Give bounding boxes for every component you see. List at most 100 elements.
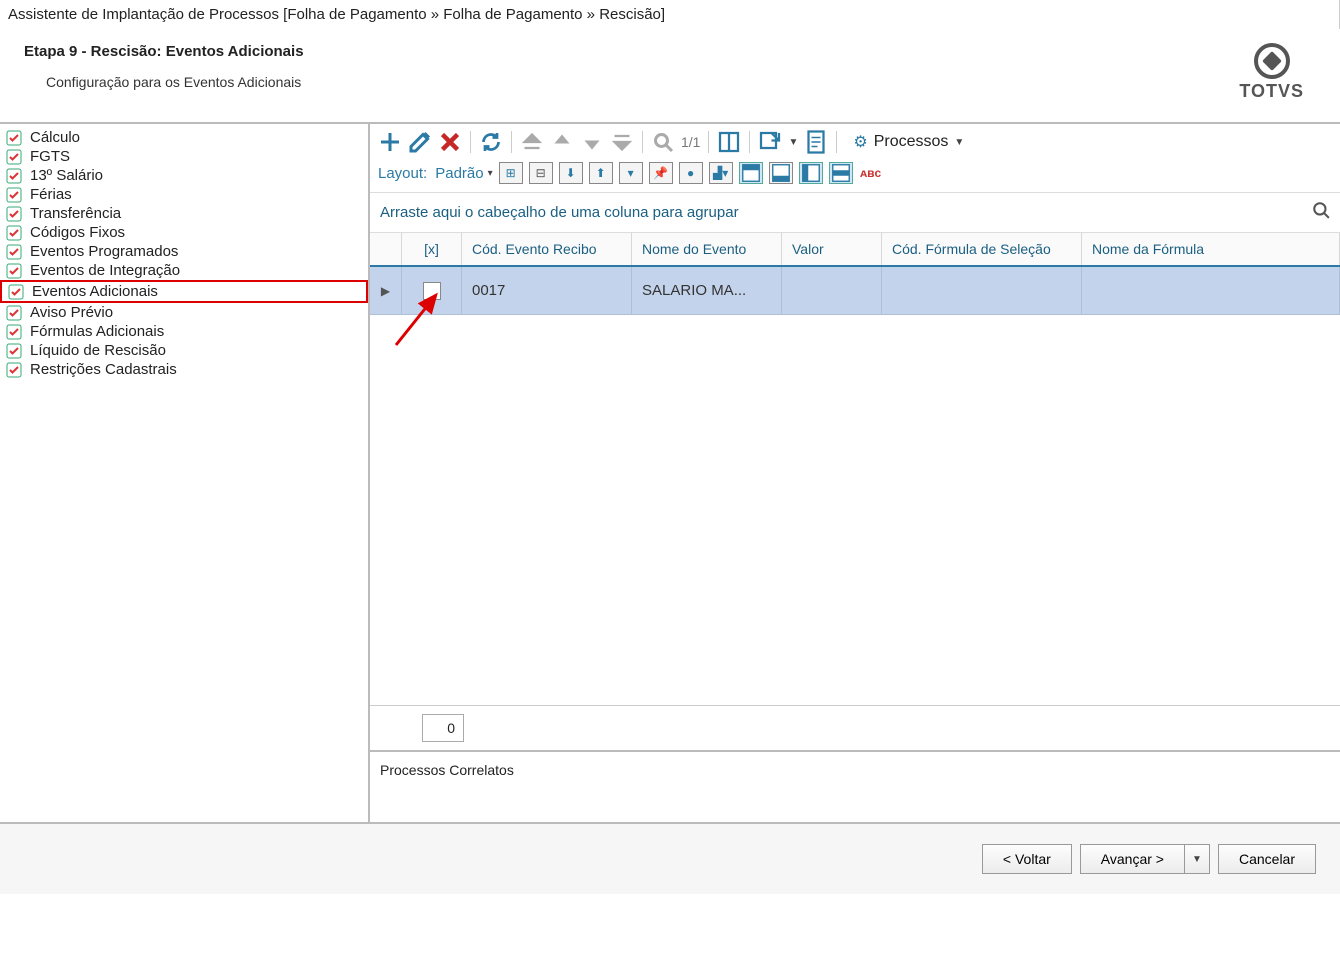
layout-dropdown[interactable]: Padrão ▾ xyxy=(435,165,492,182)
sidebar-item-fgts[interactable]: FGTS xyxy=(0,147,368,166)
column-checkbox[interactable]: [x] xyxy=(402,233,462,265)
layout-toolbar: Layout: Padrão ▾ ⊞ ⊟ ⬇ ⬆ ▾ 📌 ● ▟▾ ᴀʙᴄ xyxy=(370,160,1340,192)
gear-icon: ⚙ xyxy=(853,132,867,152)
group-hint: Arraste aqui o cabeçalho de uma coluna p… xyxy=(380,204,739,221)
sidebar-item-aviso-pr-vio[interactable]: Aviso Prévio xyxy=(0,303,368,322)
correlatos-title: Processos Correlatos xyxy=(380,762,514,778)
sidebar-item-label: Fórmulas Adicionais xyxy=(30,323,164,340)
cell-cod-formula[interactable] xyxy=(882,267,1082,314)
sidebar-item-eventos-de-integra-o[interactable]: Eventos de Integração xyxy=(0,261,368,280)
view-mode-3-button[interactable] xyxy=(799,162,823,184)
abc-button[interactable]: ᴀʙᴄ xyxy=(859,162,883,184)
view-mode-4-button[interactable] xyxy=(829,162,853,184)
prev-page-button[interactable] xyxy=(550,130,574,154)
edit-button[interactable] xyxy=(408,130,432,154)
column-nome-formula[interactable]: Nome da Fórmula xyxy=(1082,233,1340,265)
data-grid: [x] Cód. Evento Recibo Nome do Evento Va… xyxy=(370,232,1340,705)
sidebar-item-eventos-programados[interactable]: Eventos Programados xyxy=(0,242,368,261)
cell-nome-formula[interactable] xyxy=(1082,267,1340,314)
chevron-down-icon: ▼ xyxy=(954,137,964,148)
column-nome-evento[interactable]: Nome do Evento xyxy=(632,233,782,265)
stage-title: Etapa 9 - Rescisão: Eventos Adicionais xyxy=(24,43,304,60)
sidebar-item-l-quido-de-rescis-o[interactable]: Líquido de Rescisão xyxy=(0,341,368,360)
column-valor[interactable]: Valor xyxy=(782,233,882,265)
first-page-button[interactable] xyxy=(520,130,544,154)
separator xyxy=(836,131,837,153)
export-button[interactable] xyxy=(758,130,782,154)
record-count: 0 xyxy=(422,714,464,742)
brand-logo: TOTVS xyxy=(1239,43,1304,102)
grid-body: ▶ 0017SALARIO MA... xyxy=(370,267,1340,705)
sidebar-nav: Cálculo FGTS 13º Salário Férias Transferênci… xyxy=(0,124,370,822)
layout-label: Layout: xyxy=(378,165,427,182)
sidebar-item-c-lculo[interactable]: Cálculo xyxy=(0,128,368,147)
sidebar-item-transfer-ncia[interactable]: Transferência xyxy=(0,204,368,223)
last-page-button[interactable] xyxy=(610,130,634,154)
search-button[interactable] xyxy=(651,130,675,154)
import-layout-button[interactable]: ⬇ xyxy=(559,162,583,184)
sidebar-item-label: Restrições Cadastrais xyxy=(30,361,177,378)
view-mode-1-button[interactable] xyxy=(739,162,763,184)
sidebar-item-f-rias[interactable]: Férias xyxy=(0,185,368,204)
search-icon[interactable] xyxy=(1312,201,1330,224)
group-by-bar[interactable]: Arraste aqui o cabeçalho de uma coluna p… xyxy=(370,192,1340,232)
view-mode-2-button[interactable] xyxy=(769,162,793,184)
sidebar-item-restri-es-cadastrais[interactable]: Restrições Cadastrais xyxy=(0,360,368,379)
cancel-button[interactable]: Cancelar xyxy=(1218,844,1316,874)
grid-header-row: [x] Cód. Evento Recibo Nome do Evento Va… xyxy=(370,233,1340,267)
separator xyxy=(642,131,643,153)
sidebar-item-label: Eventos Adicionais xyxy=(32,283,158,300)
table-row[interactable]: ▶ 0017SALARIO MA... xyxy=(370,267,1340,315)
wizard-footer: < Voltar Avançar > ▼ Cancelar xyxy=(0,822,1340,894)
add-button[interactable] xyxy=(378,130,402,154)
document-button[interactable] xyxy=(804,130,828,154)
sidebar-item-13-sal-rio[interactable]: 13º Salário xyxy=(0,166,368,185)
cell-nome-evento[interactable]: SALARIO MA... xyxy=(632,267,782,314)
chevron-down-icon: ▼ xyxy=(1192,854,1202,865)
stage-description: Configuração para os Eventos Adicionais xyxy=(46,74,304,90)
filter-button[interactable]: ▾ xyxy=(619,162,643,184)
pin-button[interactable]: 📌 xyxy=(649,162,673,184)
sidebar-item-label: Líquido de Rescisão xyxy=(30,342,166,359)
column-cod-evento[interactable]: Cód. Evento Recibo xyxy=(462,233,632,265)
sidebar-item-eventos-adicionais[interactable]: Eventos Adicionais xyxy=(0,280,368,303)
column-cod-formula[interactable]: Cód. Fórmula de Seleção xyxy=(882,233,1082,265)
next-dropdown[interactable]: ▼ xyxy=(1184,844,1210,874)
checkbox[interactable] xyxy=(423,282,441,300)
wizard-header: Etapa 9 - Rescisão: Eventos Adicionais C… xyxy=(0,29,1340,122)
sidebar-item-label: Códigos Fixos xyxy=(30,224,125,241)
processes-label: Processos xyxy=(874,133,949,151)
expand-all-button[interactable]: ⊞ xyxy=(499,162,523,184)
next-button[interactable]: Avançar > xyxy=(1080,844,1184,874)
sidebar-item-label: Eventos Programados xyxy=(30,243,178,260)
layout-value: Padrão xyxy=(435,165,483,182)
grid-footer: 0 xyxy=(370,705,1340,750)
sidebar-item-label: Transferência xyxy=(30,205,121,222)
sidebar-item-c-digos-fixos[interactable]: Códigos Fixos xyxy=(0,223,368,242)
cell-valor[interactable] xyxy=(782,267,882,314)
brand-text: TOTVS xyxy=(1239,81,1304,102)
refresh-button[interactable] xyxy=(479,130,503,154)
grid-toolbar: 1/1 ▼ ⚙ Processos ▼ xyxy=(370,124,1340,160)
sidebar-item-f-rmulas-adicionais[interactable]: Fórmulas Adicionais xyxy=(0,322,368,341)
sidebar-item-label: Férias xyxy=(30,186,72,203)
row-indicator: ▶ xyxy=(370,267,402,314)
columns-button[interactable] xyxy=(717,130,741,154)
chart-button[interactable]: ▟▾ xyxy=(709,162,733,184)
row-checkbox-cell[interactable] xyxy=(402,267,462,314)
sidebar-item-label: 13º Salário xyxy=(30,167,103,184)
next-page-button[interactable] xyxy=(580,130,604,154)
chevron-down-icon: ▾ xyxy=(488,168,493,179)
column-row-indicator[interactable] xyxy=(370,233,402,265)
export-dropdown-icon[interactable]: ▼ xyxy=(788,137,798,148)
collapse-all-button[interactable]: ⊟ xyxy=(529,162,553,184)
cell-cod-evento[interactable]: 0017 xyxy=(462,267,632,314)
sidebar-item-label: FGTS xyxy=(30,148,70,165)
back-button[interactable]: < Voltar xyxy=(982,844,1072,874)
processes-dropdown[interactable]: ⚙ Processos ▼ xyxy=(845,130,972,154)
export-layout-button[interactable]: ⬆ xyxy=(589,162,613,184)
color-button[interactable]: ● xyxy=(679,162,703,184)
sidebar-item-label: Cálculo xyxy=(30,129,80,146)
delete-button[interactable] xyxy=(438,130,462,154)
separator xyxy=(470,131,471,153)
